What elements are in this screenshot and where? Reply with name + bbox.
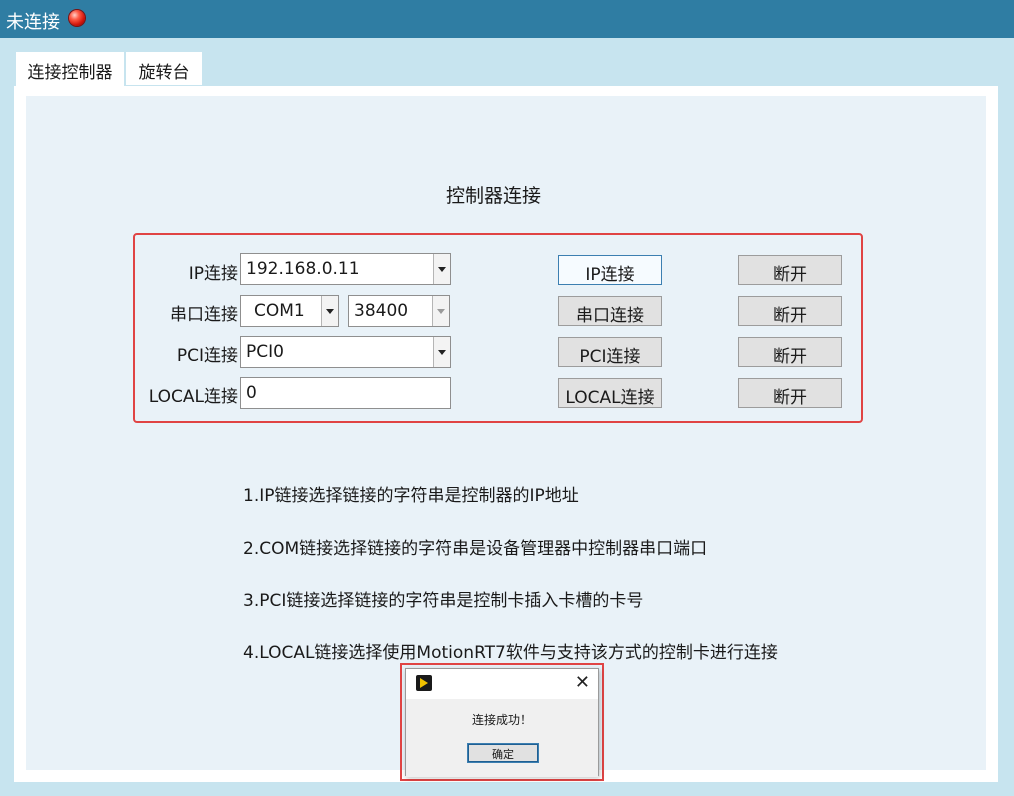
section-heading: 控制器连接 (446, 185, 542, 207)
help-note-com: 2.COM链接选择链接的字符串是设备管理器中控制器串口端口 (243, 539, 708, 559)
message-dialog: ✕ 连接成功！ 确定 (405, 668, 599, 777)
local-value-input[interactable]: 0 (240, 377, 451, 409)
tab-rotary-table[interactable]: 旋转台 (126, 52, 202, 85)
help-note-pci: 3.PCI链接选择链接的字符串是控制卡插入卡槽的卡号 (243, 591, 644, 611)
tab-label: 旋转台 (138, 63, 190, 83)
help-note-ip: 1.IP链接选择链接的字符串是控制器的IP地址 (243, 486, 579, 506)
app-logo-icon (416, 675, 432, 691)
chevron-down-icon[interactable] (433, 254, 450, 284)
com-port-select[interactable]: COM1 (240, 295, 339, 327)
chevron-down-icon[interactable] (321, 296, 338, 326)
connection-status-text: 未连接 (6, 12, 60, 33)
dialog-title-bar: ✕ (406, 669, 598, 699)
tab-label: 连接控制器 (27, 63, 113, 83)
pci-disconnect-button[interactable]: 断开 (738, 337, 842, 367)
help-note-local: 4.LOCAL链接选择使用MotionRT7软件与支持该方式的控制卡进行连接 (243, 643, 778, 663)
baud-rate-value: 38400 (354, 301, 409, 321)
status-indicator-icon (69, 10, 85, 26)
pci-connection-label: PCI连接 (176, 346, 238, 366)
local-connect-button[interactable]: LOCAL连接 (558, 378, 662, 408)
local-value: 0 (246, 383, 257, 403)
close-icon[interactable]: ✕ (575, 672, 590, 693)
tab-connect-controller[interactable]: 连接控制器 (16, 52, 124, 86)
ip-connect-button[interactable]: IP连接 (558, 255, 662, 285)
pci-connect-button[interactable]: PCI连接 (558, 337, 662, 367)
ip-disconnect-button[interactable]: 断开 (738, 255, 842, 285)
pci-card-combobox[interactable]: PCI0 (240, 336, 451, 368)
local-connection-label: LOCAL连接 (148, 387, 238, 407)
title-bar: 未连接 (0, 0, 1014, 38)
chevron-down-icon[interactable] (433, 337, 450, 367)
serial-connection-label: 串口连接 (170, 305, 238, 325)
ip-address-value: 192.168.0.11 (246, 259, 360, 279)
baud-rate-combobox[interactable]: 38400 (348, 295, 450, 327)
dialog-ok-button[interactable]: 确定 (467, 743, 539, 763)
serial-disconnect-button[interactable]: 断开 (738, 296, 842, 326)
ip-address-combobox[interactable]: 192.168.0.11 (240, 253, 451, 285)
local-disconnect-button[interactable]: 断开 (738, 378, 842, 408)
chevron-down-icon[interactable] (432, 296, 449, 326)
ip-connection-label: IP连接 (188, 264, 238, 284)
dialog-message: 连接成功！ (471, 713, 532, 727)
com-port-value: COM1 (254, 301, 305, 321)
serial-connect-button[interactable]: 串口连接 (558, 296, 662, 326)
pci-card-value: PCI0 (246, 342, 284, 362)
